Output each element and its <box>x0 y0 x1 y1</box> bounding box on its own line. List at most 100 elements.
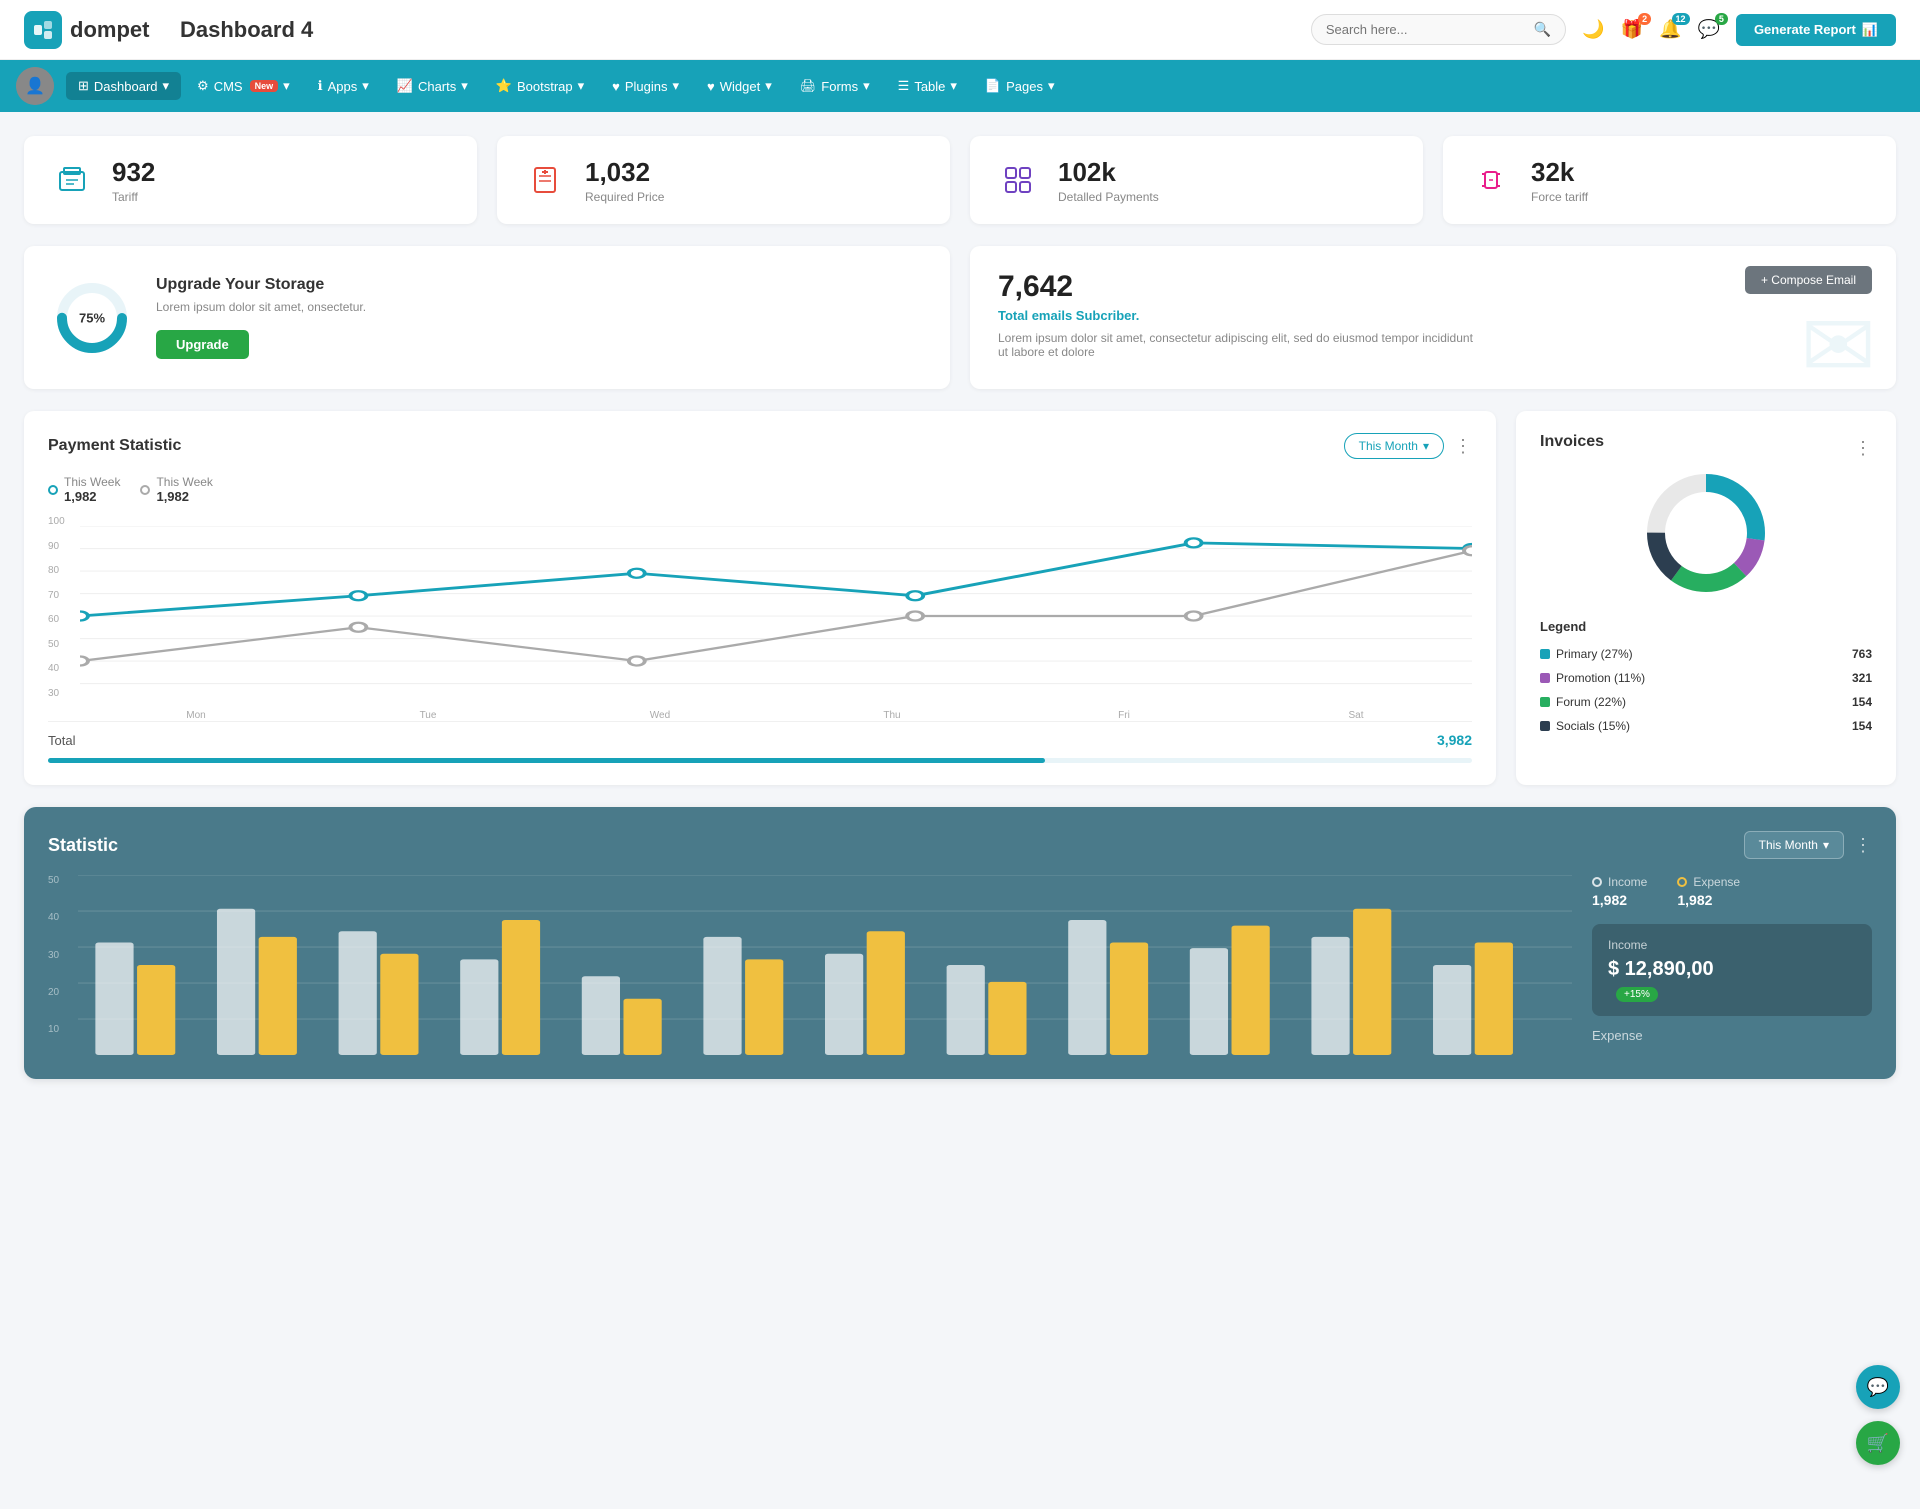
nav-item-widget[interactable]: ♥ Widget ▾ <box>695 72 784 100</box>
required-price-label: Required Price <box>585 190 664 204</box>
stat-y-40: 40 <box>48 912 70 923</box>
legend-count-primary: 763 <box>1852 647 1872 661</box>
apps-chevron: ▾ <box>362 78 369 94</box>
bar-chart-inner <box>78 875 1572 1055</box>
x-label-thu: Thu <box>776 710 1008 721</box>
nav-item-pages[interactable]: 📄 Pages ▾ <box>973 72 1067 100</box>
nav-apps-label: Apps <box>328 79 358 94</box>
bar-chart-with-labels: 50 40 30 20 10 <box>48 875 1572 1055</box>
stat-card-force-tariff: 32k Force tariff <box>1443 136 1896 224</box>
statistic-month-label: This Month <box>1759 838 1818 852</box>
chat-icon-btn[interactable]: 💬 5 <box>1698 19 1720 40</box>
bell-icon-btn[interactable]: 🔔 12 <box>1659 19 1681 40</box>
income-detail-value: $ 12,890,00 <box>1608 958 1714 980</box>
income-label-row: Income <box>1592 875 1647 889</box>
y-label-70: 70 <box>48 590 72 601</box>
y-label-50: 50 <box>48 639 72 650</box>
nav-table-label: Table <box>914 79 945 94</box>
stat-y-20: 20 <box>48 987 70 998</box>
required-price-info: 1,032 Required Price <box>585 157 664 204</box>
total-bar-container <box>48 758 1472 763</box>
email-subtitle: Total emails Subcriber. <box>998 308 1868 323</box>
force-tariff-info: 32k Force tariff <box>1531 157 1588 204</box>
statistic-header: Statistic This Month ▾ ⋮ <box>48 831 1872 859</box>
cms-chevron: ▾ <box>283 78 290 94</box>
income-item: Income 1,982 <box>1592 875 1647 908</box>
cart-fab-button[interactable]: 🛒 <box>1856 1421 1900 1465</box>
legend-left-forum: Forum (22%) <box>1540 695 1626 709</box>
stat-cards-row: 932 Tariff 1,032 Required Price <box>24 136 1896 224</box>
nav-item-table[interactable]: ☰ Table ▾ <box>886 72 969 100</box>
statistic-month-button[interactable]: This Month ▾ <box>1744 831 1844 859</box>
nav-dashboard-chevron: ▾ <box>163 78 170 94</box>
expense-value: 1,982 <box>1677 892 1740 908</box>
bootstrap-chevron: ▾ <box>578 78 585 94</box>
legend-2-value: 1,982 <box>156 489 212 504</box>
nav-item-forms[interactable]: 🖨 Forms ▾ <box>788 72 882 100</box>
nav-item-plugins[interactable]: ♥ Plugins ▾ <box>600 72 691 100</box>
nav-item-apps[interactable]: ℹ Apps ▾ <box>306 72 381 100</box>
nav-item-dashboard[interactable]: ⊞ Dashboard ▾ <box>66 72 181 100</box>
x-label-fri: Fri <box>1008 710 1240 721</box>
legend-dot-2 <box>140 485 150 495</box>
gift-icon-btn[interactable]: 🎁 2 <box>1621 19 1643 40</box>
legend-item-promotion: Promotion (11%) 321 <box>1540 666 1872 690</box>
search-input[interactable] <box>1326 22 1526 37</box>
plugins-icon: ♥ <box>612 79 620 94</box>
generate-report-button[interactable]: Generate Report 📊 <box>1736 14 1896 46</box>
email-card: + Compose Email 7,642 Total emails Subcr… <box>970 246 1896 389</box>
detailed-payments-value: 102k <box>1058 157 1159 188</box>
y-axis-labels: 100 90 80 70 60 50 40 30 <box>48 516 72 721</box>
force-tariff-label: Force tariff <box>1531 190 1588 204</box>
chat-fab-button[interactable]: 💬 <box>1856 1365 1900 1409</box>
nav-item-charts[interactable]: 📈 Charts ▾ <box>385 72 480 100</box>
detailed-payments-info: 102k Detalled Payments <box>1058 157 1159 204</box>
stat-right-panel: Income 1,982 Expense 1,982 Income <box>1592 875 1872 1055</box>
nav-item-bootstrap[interactable]: ⭐ Bootstrap ▾ <box>484 72 596 100</box>
statistic-title: Statistic <box>48 835 118 856</box>
app-header: dompet Dashboard 4 🔍 🌙 🎁 2 🔔 12 💬 5 Gene… <box>0 0 1920 60</box>
payment-more-icon[interactable]: ⋮ <box>1454 436 1472 457</box>
compose-email-button[interactable]: + Compose Email <box>1745 266 1872 294</box>
cart-fab-icon: 🛒 <box>1867 1433 1889 1454</box>
chart-with-ylabels: 100 90 80 70 60 50 40 30 <box>48 516 1472 721</box>
total-row: Total 3,982 <box>48 721 1472 752</box>
nav-item-cms[interactable]: ⚙ CMS New ▾ <box>185 72 302 100</box>
nav-plugins-label: Plugins <box>625 79 668 94</box>
stat-card-detailed-payments: 102k Detalled Payments <box>970 136 1423 224</box>
bootstrap-icon: ⭐ <box>496 78 512 94</box>
chat-badge: 5 <box>1715 13 1728 25</box>
legend-2-label: This Week <box>156 475 212 489</box>
stat-y-axis: 50 40 30 20 10 <box>48 875 70 1055</box>
payment-header: Payment Statistic This Month ▾ ⋮ <box>48 433 1472 459</box>
payment-legend: This Week 1,982 This Week 1,982 <box>48 475 1472 504</box>
chat-fab-icon: 💬 <box>1867 1377 1889 1398</box>
line-chart-area <box>80 526 1472 706</box>
nav-cms-label: CMS <box>214 79 243 94</box>
legend-left-primary: Primary (27%) <box>1540 647 1633 661</box>
tariff-value: 932 <box>112 157 155 188</box>
y-label-40: 40 <box>48 663 72 674</box>
dark-mode-icon[interactable]: 🌙 <box>1582 19 1604 40</box>
payment-filter-button[interactable]: This Month ▾ <box>1344 433 1444 459</box>
invoices-more-icon[interactable]: ⋮ <box>1854 438 1872 459</box>
income-label: Income <box>1608 875 1647 889</box>
legend-left-socials: Socials (15%) <box>1540 719 1630 733</box>
stat-card-tariff: 932 Tariff <box>24 136 477 224</box>
legend-count-promotion: 321 <box>1852 671 1872 685</box>
upgrade-button[interactable]: Upgrade <box>156 330 249 359</box>
legend-1-value: 1,982 <box>64 489 120 504</box>
logo: dompet <box>24 11 164 49</box>
x-axis-labels: Mon Tue Wed Thu Fri Sat <box>80 710 1472 721</box>
header-icons: 🌙 🎁 2 🔔 12 💬 5 <box>1582 19 1720 40</box>
logo-icon <box>24 11 62 49</box>
nav-bootstrap-label: Bootstrap <box>517 79 573 94</box>
main-navbar: 👤 ⊞ Dashboard ▾ ⚙ CMS New ▾ ℹ Apps ▾ 📈 C… <box>0 60 1920 112</box>
legend-color-primary <box>1540 649 1550 659</box>
storage-percent-label: 75% <box>79 310 105 325</box>
income-detail-box: Income $ 12,890,00 +15% <box>1592 924 1872 1016</box>
forms-chevron: ▾ <box>863 78 870 94</box>
invoices-header: Invoices ⋮ <box>1540 433 1872 463</box>
statistic-more-icon[interactable]: ⋮ <box>1854 835 1872 856</box>
table-icon: ☰ <box>898 78 910 94</box>
